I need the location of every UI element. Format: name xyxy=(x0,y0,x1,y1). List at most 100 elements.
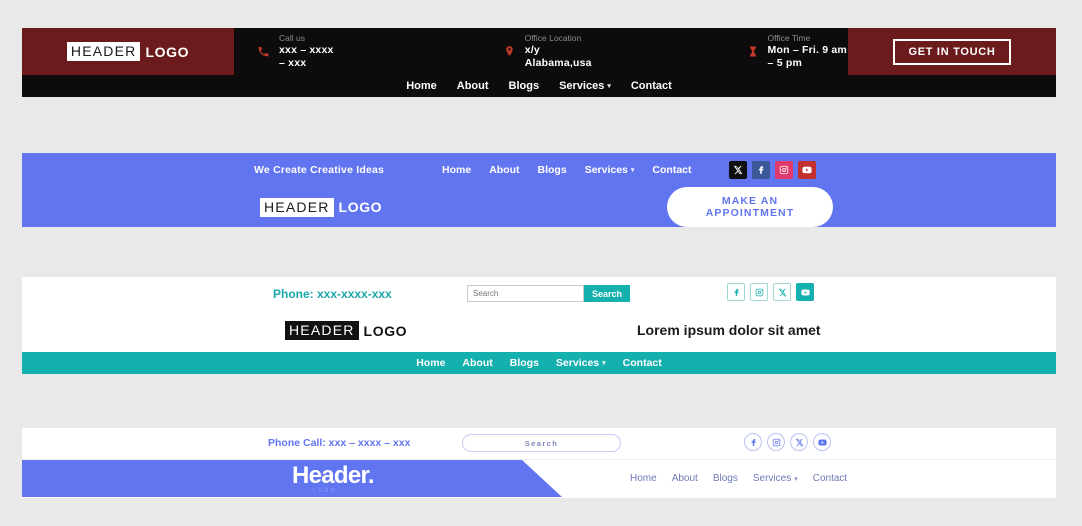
header-variant-4: Phone Call: xxx – xxxx – xxx Search Head… xyxy=(22,428,1056,498)
youtube-icon[interactable] xyxy=(796,283,814,301)
nav-label: About xyxy=(456,80,489,92)
nav-item-blogs[interactable]: Blogs xyxy=(509,80,540,92)
header4-bottom-row: Header. LOGO Home About Blogs Services ▾ … xyxy=(22,460,1056,497)
nav-label: Blogs xyxy=(537,164,567,176)
facebook-icon[interactable] xyxy=(752,161,770,179)
nav-item-about[interactable]: About xyxy=(457,80,489,92)
header4-top-row: Phone Call: xxx – xxxx – xxx Search xyxy=(22,428,1056,460)
nav-label: Contact xyxy=(622,357,662,369)
nav-item-about[interactable]: About xyxy=(672,473,698,484)
nav-label: Services xyxy=(752,473,792,484)
info-label: Call us xyxy=(279,33,305,43)
header1-top-bar: HEADER LOGO Call us xxx – xxxx – xxx Off… xyxy=(22,28,1056,75)
nav-label: About xyxy=(489,164,520,176)
youtube-icon[interactable] xyxy=(813,433,831,451)
search-placeholder-label: Search xyxy=(524,438,559,448)
chevron-down-icon: ▾ xyxy=(630,167,635,174)
chevron-down-icon: ▾ xyxy=(794,475,798,483)
header3-social-links xyxy=(727,283,814,301)
x-twitter-icon[interactable] xyxy=(790,433,808,451)
header3-phone: Phone: xxx-xxxx-xxx xyxy=(273,287,392,301)
nav-item-home[interactable]: Home xyxy=(630,473,657,484)
nav-item-services[interactable]: Services ▾ xyxy=(753,473,798,484)
info-value: x/y Alabama,usa xyxy=(524,44,592,69)
nav-item-contact[interactable]: Contact xyxy=(813,473,847,484)
header4-brand-subtitle: LOGO xyxy=(313,488,338,494)
info-label: Office Location xyxy=(524,33,582,43)
header2-nav: Home About Blogs Services ▾ Contact xyxy=(442,164,692,176)
nav-item-services[interactable]: Services ▾ xyxy=(585,164,635,176)
x-twitter-icon[interactable] xyxy=(729,161,747,179)
header2-bottom-row: HEADER LOGO MAKE AN APPOINTMENT xyxy=(22,187,1056,227)
header1-info-group: Call us xxx – xxxx – xxx Office Location… xyxy=(234,28,848,75)
header4-search-input[interactable]: Search xyxy=(462,434,621,452)
phone-icon xyxy=(257,41,270,63)
header3-logo[interactable]: HEADER LOGO xyxy=(285,321,407,340)
get-in-touch-button[interactable]: GET IN TOUCH xyxy=(893,38,1011,65)
nav-item-home[interactable]: Home xyxy=(442,164,471,176)
header1-info-call: Call us xxx – xxxx – xxx xyxy=(257,33,336,70)
header2-tagline: We Create Creative Ideas xyxy=(254,164,385,176)
search-button[interactable]: Search xyxy=(584,285,631,302)
header2-top-row: We Create Creative Ideas Home About Blog… xyxy=(22,153,1056,187)
nav-item-blogs[interactable]: Blogs xyxy=(538,164,567,176)
nav-item-services[interactable]: Services ▾ xyxy=(556,357,606,369)
header1-logo[interactable]: HEADER LOGO xyxy=(22,28,234,75)
header4-nav: Home About Blogs Services ▾ Contact xyxy=(630,473,847,484)
nav-item-home[interactable]: Home xyxy=(406,80,437,92)
logo-chip: HEADER xyxy=(285,321,359,340)
make-an-appointment-button[interactable]: MAKE AN APPOINTMENT xyxy=(667,187,833,227)
nav-label: About xyxy=(671,473,698,484)
youtube-icon[interactable] xyxy=(798,161,816,179)
header-variant-1: HEADER LOGO Call us xxx – xxxx – xxx Off… xyxy=(22,28,1056,97)
chevron-down-icon: ▾ xyxy=(602,360,606,367)
info-value: xxx – xxxx – xxx xyxy=(279,44,334,69)
search-input[interactable] xyxy=(467,285,584,302)
nav-label: Contact xyxy=(812,473,848,484)
page-root: HEADER LOGO Call us xxx – xxxx – xxx Off… xyxy=(0,0,1082,526)
header4-brand[interactable]: Header. xyxy=(292,462,375,490)
nav-label: Contact xyxy=(630,80,672,92)
nav-item-contact[interactable]: Contact xyxy=(631,80,672,92)
nav-label: Services xyxy=(559,80,605,92)
header4-social-links xyxy=(744,433,831,451)
hourglass-icon xyxy=(747,41,759,63)
header2-social-links xyxy=(729,161,816,179)
header-variant-3: Phone: xxx-xxxx-xxx Search Search HEADER… xyxy=(22,277,1056,374)
nav-item-contact[interactable]: Contact xyxy=(623,357,662,369)
nav-label: Services xyxy=(584,164,628,176)
facebook-icon[interactable] xyxy=(727,283,745,301)
nav-label: Blogs xyxy=(508,80,540,92)
logo-word: LOGO xyxy=(338,199,383,215)
instagram-icon[interactable] xyxy=(767,433,785,451)
nav-label: Contact xyxy=(652,164,692,176)
x-twitter-icon[interactable] xyxy=(773,283,791,301)
nav-item-home[interactable]: Home xyxy=(416,357,445,369)
header2-logo[interactable]: HEADER LOGO xyxy=(260,197,383,217)
header-variant-2: We Create Creative Ideas Home About Blog… xyxy=(22,153,1056,227)
header4-phone: Phone Call: xxx – xxxx – xxx xyxy=(268,437,411,449)
info-label: Office Time xyxy=(767,33,811,43)
instagram-icon[interactable] xyxy=(775,161,793,179)
header3-tagline: Lorem ipsum dolor sit amet xyxy=(637,322,821,338)
nav-label: Blogs xyxy=(509,357,539,369)
nav-item-contact[interactable]: Contact xyxy=(652,164,691,176)
nav-item-services[interactable]: Services ▾ xyxy=(559,80,611,92)
facebook-icon[interactable] xyxy=(744,433,762,451)
nav-label: Home xyxy=(406,80,437,92)
nav-label: Blogs xyxy=(712,473,738,484)
nav-label: Services xyxy=(555,357,600,369)
nav-label: Home xyxy=(630,473,657,484)
nav-item-about[interactable]: About xyxy=(489,164,519,176)
location-pin-icon xyxy=(503,41,516,63)
header1-nav: Home About Blogs Services ▾ Contact xyxy=(22,75,1056,97)
header1-cta-area: GET IN TOUCH xyxy=(848,28,1056,75)
nav-item-blogs[interactable]: Blogs xyxy=(510,357,539,369)
instagram-icon[interactable] xyxy=(750,283,768,301)
header3-top-row: Phone: xxx-xxxx-xxx Search xyxy=(22,277,1056,313)
header1-info-location: Office Location x/y Alabama,usa xyxy=(503,33,595,70)
info-value: Mon – Fri. 9 am – 5 pm xyxy=(767,44,847,69)
nav-item-blogs[interactable]: Blogs xyxy=(713,473,738,484)
header1-info-hours: Office Time Mon – Fri. 9 am – 5 pm xyxy=(747,33,848,70)
nav-item-about[interactable]: About xyxy=(462,357,492,369)
